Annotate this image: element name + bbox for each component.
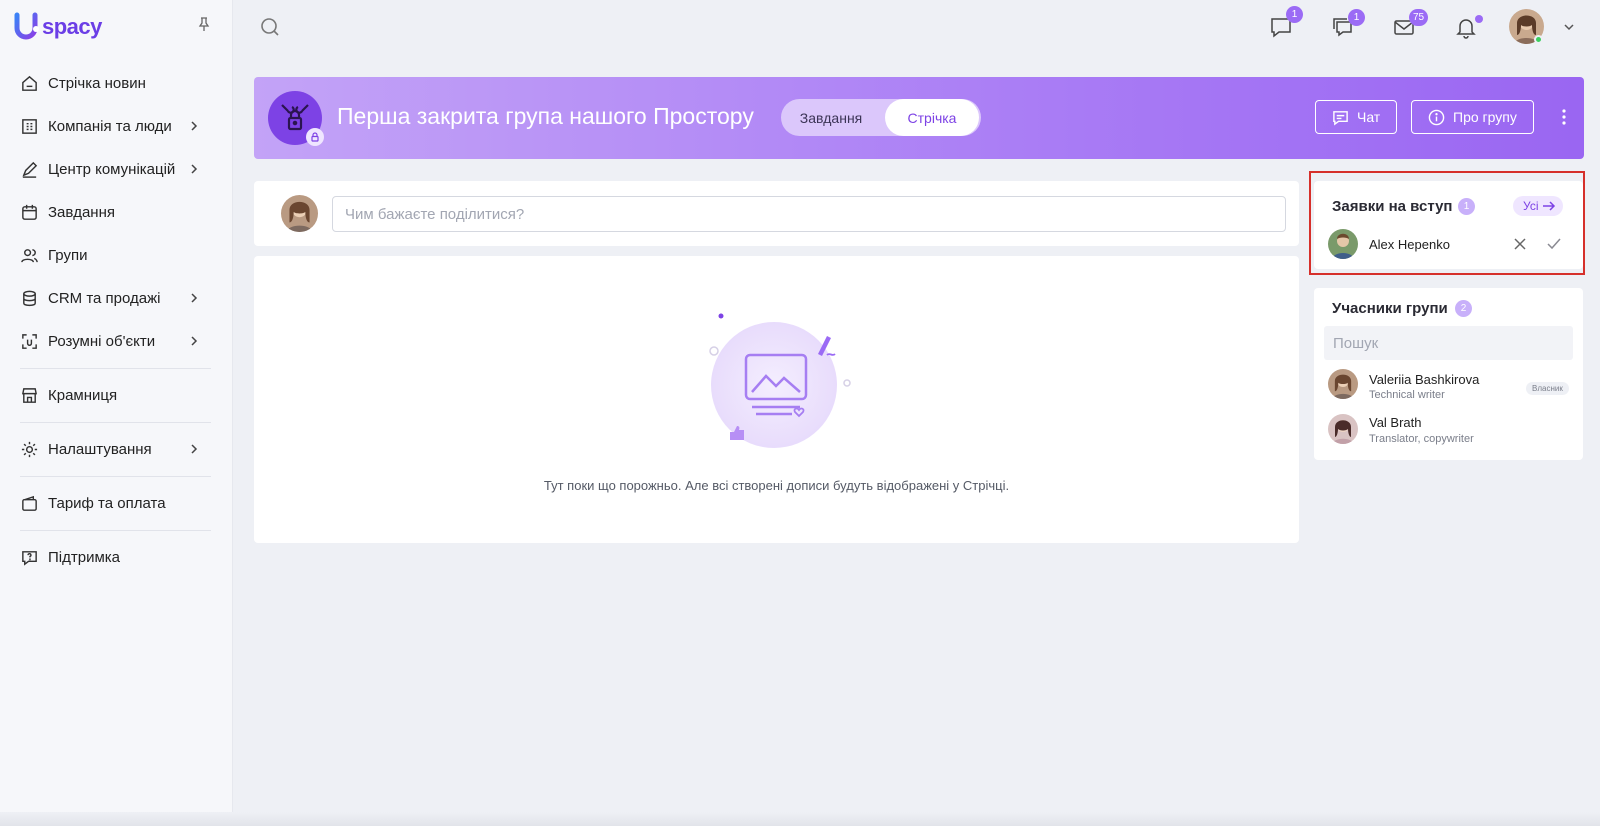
sidebar-item-label: Розумні об'єкти [48, 333, 156, 350]
calendar-icon [19, 203, 39, 223]
sidebar-item-label: Групи [48, 247, 88, 264]
avatar [1328, 369, 1358, 399]
sidebar-item-news-feed[interactable]: Стрічка новин [0, 62, 233, 105]
sidebar-item-company[interactable]: Компанія та люди [0, 105, 233, 148]
group-members-count: 2 [1455, 300, 1472, 317]
mail-badge: 75 [1409, 9, 1429, 26]
logo-mark-icon [14, 12, 39, 40]
chat-button[interactable]: Чат [1315, 100, 1398, 134]
lock-icon [306, 128, 324, 146]
messages-badge: 1 [1348, 9, 1365, 26]
topbar: 1 1 75 [233, 0, 1600, 54]
chevron-right-icon [191, 121, 198, 131]
sidebar-item-label: Стрічка новин [48, 75, 146, 92]
chat-button-label: Чат [1357, 109, 1381, 125]
empty-feed-illustration [709, 313, 851, 448]
tab-feed[interactable]: Стрічка [885, 99, 979, 136]
sidebar-item-store[interactable]: Крамниця [0, 374, 233, 417]
notification-dot [1475, 15, 1483, 23]
pin-icon[interactable] [196, 16, 212, 32]
group-members-title: Учасники групи [1332, 300, 1448, 317]
chevron-right-icon [191, 444, 198, 454]
group-members-panel: Учасники групи 2 Valeriia Bashkirova Tec… [1314, 288, 1583, 460]
gear-icon [19, 440, 39, 460]
post-input[interactable] [332, 196, 1286, 232]
chain-lock-icon [281, 104, 309, 131]
store-icon [19, 386, 39, 406]
sidebar-item-label: Крамниця [48, 387, 118, 404]
logo-text: spacy [42, 14, 102, 39]
sidebar-item-groups[interactable]: Групи [0, 234, 233, 277]
members-search-input[interactable] [1324, 326, 1573, 360]
sidebar: spacy Стрічка новин Компанія та люди Цен… [0, 0, 233, 826]
group-tabs: Завдання Стрічка [781, 99, 981, 136]
chevron-right-icon [191, 293, 198, 303]
group-header: Перша закрита група нашого Простору Завд… [254, 77, 1584, 159]
chevron-right-icon [191, 164, 198, 174]
help-icon [19, 548, 39, 568]
chat-badge: 1 [1286, 6, 1303, 23]
scan-icon [19, 332, 39, 352]
sidebar-item-label: CRM та продажі [48, 290, 161, 307]
sidebar-item-billing[interactable]: Тариф та оплата [0, 482, 233, 525]
member-name: Valeriia Bashkirova [1369, 372, 1480, 387]
wallet-icon [19, 494, 39, 514]
about-group-label: Про групу [1453, 109, 1517, 125]
sidebar-item-tasks[interactable]: Завдання [0, 191, 233, 234]
bottom-edge [0, 812, 1600, 826]
sidebar-item-label: Підтримка [48, 549, 121, 566]
sidebar-item-smart-objects[interactable]: Розумні об'єкти [0, 320, 233, 363]
feed-empty-state: Тут поки що порожньо. Але всі створені д… [254, 256, 1299, 543]
about-group-button[interactable]: Про групу [1411, 100, 1534, 134]
info-icon [1428, 109, 1445, 125]
avatar [1328, 414, 1358, 444]
avatar [281, 195, 318, 232]
logo[interactable]: spacy [14, 10, 102, 44]
sidebar-divider [20, 422, 211, 423]
sidebar-item-label: Компанія та люди [48, 118, 172, 135]
more-icon[interactable] [1556, 107, 1572, 127]
users-icon [19, 246, 39, 266]
sidebar-divider [20, 530, 211, 531]
chat-icon [1333, 110, 1348, 126]
edit-communication-icon [19, 160, 39, 180]
online-status-dot [1534, 35, 1543, 44]
member-role: Technical writer [1369, 389, 1445, 401]
member-role: Translator, copywriter [1369, 433, 1474, 445]
group-title: Перша закрита група нашого Простору [337, 103, 754, 129]
highlight-box [1309, 171, 1585, 275]
member-name: Val Brath [1369, 415, 1422, 430]
sidebar-item-settings[interactable]: Налаштування [0, 428, 233, 471]
chevron-right-icon [191, 336, 198, 346]
sidebar-item-communication[interactable]: Центр комунікацій [0, 148, 233, 191]
sidebar-item-label: Завдання [48, 204, 115, 221]
sidebar-item-label: Тариф та оплата [48, 495, 166, 512]
database-icon [19, 289, 39, 309]
sidebar-item-crm[interactable]: CRM та продажі [0, 277, 233, 320]
building-icon [19, 117, 39, 137]
post-composer [254, 181, 1299, 246]
tab-tasks[interactable]: Завдання [781, 99, 881, 136]
sidebar-item-support[interactable]: Підтримка [0, 536, 233, 579]
search-icon[interactable] [260, 17, 280, 37]
empty-feed-text: Тут поки що порожньо. Але всі створені д… [543, 478, 1010, 493]
sidebar-nav: Стрічка новин Компанія та люди Центр ком… [0, 62, 233, 579]
sidebar-item-label: Налаштування [48, 441, 152, 458]
home-icon [19, 74, 39, 94]
sidebar-divider [20, 476, 211, 477]
sidebar-divider [20, 368, 211, 369]
owner-badge: Власник [1526, 382, 1569, 395]
sidebar-item-label: Центр комунікацій [48, 161, 176, 178]
chevron-down-icon[interactable] [1563, 21, 1575, 33]
